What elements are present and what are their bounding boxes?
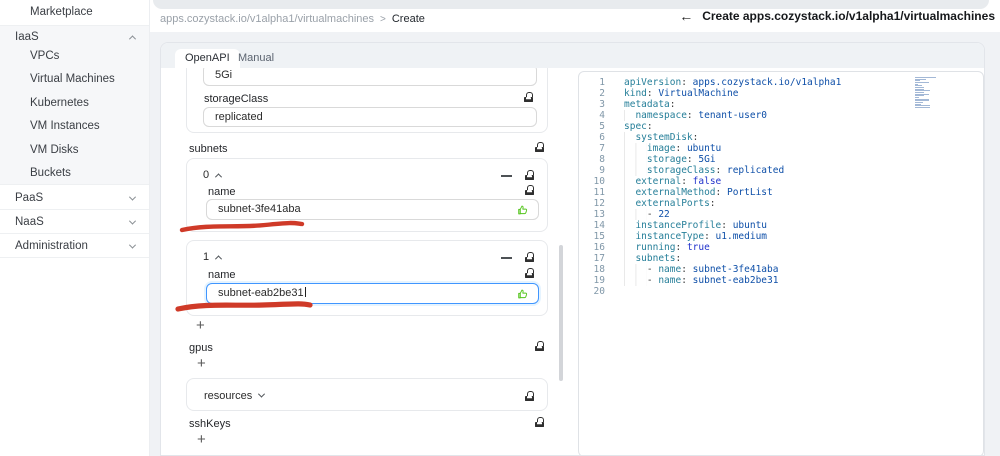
ssh-keys-label: sshKeys	[189, 418, 231, 430]
name-label: name	[208, 186, 236, 198]
sidebar-item-vpcs[interactable]: VPCs	[30, 46, 59, 66]
add-subnet-button[interactable]: +	[196, 318, 205, 334]
subnet-item-1-header[interactable]: 1	[203, 250, 223, 264]
lock-icon[interactable]	[525, 185, 534, 195]
storage-class-input[interactable]: replicated	[203, 107, 537, 127]
item-index: 0	[203, 169, 210, 181]
resources-fieldset: resources	[186, 378, 548, 411]
sidebar-group-administration[interactable]: Administration	[0, 236, 149, 256]
subnet-item-0-header[interactable]: 0	[203, 168, 223, 182]
lock-icon[interactable]	[535, 341, 544, 351]
create-form-card: OpenAPI Manual 5Gi storageClass replicat…	[160, 42, 985, 456]
lock-icon[interactable]	[525, 170, 534, 180]
subnet-0-name-input[interactable]: subnet-3fe41aba	[206, 199, 539, 220]
storage-input[interactable]: 5Gi	[203, 68, 537, 86]
lock-icon[interactable]	[535, 417, 544, 427]
chevron-up-icon	[215, 172, 223, 180]
subnet-0-name-value: subnet-3fe41aba	[218, 203, 301, 215]
chevron-down-icon	[128, 217, 137, 225]
divider	[0, 25, 149, 26]
sidebar-group-naas[interactable]: NaaS	[0, 212, 149, 232]
sidebar-group-label: PaaS	[15, 192, 44, 204]
subnet-1-name-input[interactable]: subnet-eab2be31	[206, 283, 539, 304]
lock-icon[interactable]	[525, 268, 534, 278]
breadcrumb-current: Create	[391, 13, 425, 25]
sidebar-item-virtual-machines[interactable]: Virtual Machines	[30, 69, 115, 89]
sidebar-item-marketplace[interactable]: Marketplace	[30, 2, 93, 22]
chevron-up-icon	[128, 34, 137, 42]
sidebar-item-vm-instances[interactable]: VM Instances	[30, 116, 100, 136]
sidebar-item-vm-disks[interactable]: VM Disks	[30, 140, 79, 160]
divider	[0, 233, 149, 234]
sidebar-group-label: Administration	[15, 240, 88, 252]
form-scroll-area: 5Gi storageClass replicated subnets 0 na…	[161, 68, 558, 455]
thumbs-up-icon	[518, 205, 528, 215]
storage-class-label: storageClass	[204, 93, 269, 105]
sidebar-item-kubernetes[interactable]: Kubernetes	[30, 93, 89, 113]
sidebar-group-label: IaaS	[15, 31, 39, 43]
sidebar-group-label: NaaS	[15, 216, 44, 228]
breadcrumb-separator: >	[380, 14, 386, 25]
subnet-1-name-value: subnet-eab2be31	[218, 287, 304, 299]
breadcrumb: apps.cozystack.io/v1alpha1/virtualmachin…	[160, 13, 425, 25]
storage-value: 5Gi	[215, 69, 233, 81]
chevron-down-icon	[258, 390, 266, 398]
chevron-down-icon	[128, 241, 137, 249]
yaml-editor[interactable]: 1 apiVersion: apps.cozystack.io/v1alpha1 2…	[578, 71, 984, 455]
content-background: OpenAPI Manual 5Gi storageClass replicat…	[150, 32, 1000, 456]
back-arrow-icon[interactable]: ←	[679, 9, 693, 23]
lock-icon[interactable]	[525, 252, 534, 262]
add-gpu-button[interactable]: +	[197, 356, 206, 372]
sidebar: Marketplace IaaS VPCs Virtual Machines K…	[0, 0, 150, 456]
subnet-item-0: 0 name subnet-3fe41aba	[186, 158, 548, 232]
resources-label: resources	[204, 389, 253, 402]
sidebar-group-paas[interactable]: PaaS	[0, 188, 149, 208]
chevron-down-icon	[128, 193, 137, 201]
item-index: 1	[203, 251, 210, 263]
top-bar: apps.cozystack.io/v1alpha1/virtualmachin…	[150, 0, 1000, 32]
page-title: Create apps.cozystack.io/v1alpha1/virtua…	[702, 9, 995, 23]
text-cursor	[304, 287, 306, 297]
gpus-label: gpus	[189, 342, 213, 354]
lock-icon[interactable]	[535, 142, 544, 152]
tab-manual[interactable]: Manual	[228, 49, 284, 68]
minimap[interactable]	[915, 77, 967, 110]
remove-item-button[interactable]	[501, 175, 512, 177]
lock-icon[interactable]	[524, 92, 533, 102]
form-scrollbar-thumb[interactable]	[559, 245, 563, 381]
tab-strip: OpenAPI Manual	[161, 43, 984, 68]
sidebar-item-buckets[interactable]: Buckets	[30, 163, 71, 183]
breadcrumb-path[interactable]: apps.cozystack.io/v1alpha1/virtualmachin…	[160, 13, 374, 25]
scrolled-panel-remnant	[153, 0, 989, 9]
subnet-item-1: 1 name subnet-eab2be31	[186, 240, 548, 316]
resources-expander[interactable]: resources	[204, 379, 266, 412]
divider	[0, 184, 149, 185]
remove-item-button[interactable]	[501, 257, 512, 259]
app-window: Marketplace IaaS VPCs Virtual Machines K…	[0, 0, 1000, 456]
thumbs-up-icon	[518, 289, 528, 299]
chevron-up-icon	[215, 254, 223, 262]
divider	[0, 209, 149, 210]
sidebar-group-iaas[interactable]: IaaS	[0, 27, 149, 47]
subnets-label: subnets	[189, 143, 228, 155]
system-disk-fieldset: 5Gi storageClass replicated	[186, 68, 548, 133]
lock-icon[interactable]	[525, 391, 534, 401]
page-header: ← Create apps.cozystack.io/v1alpha1/virt…	[679, 9, 995, 23]
divider	[0, 257, 149, 258]
add-ssh-key-button[interactable]: +	[197, 432, 206, 448]
name-label: name	[208, 269, 236, 281]
storage-class-value: replicated	[215, 111, 263, 123]
